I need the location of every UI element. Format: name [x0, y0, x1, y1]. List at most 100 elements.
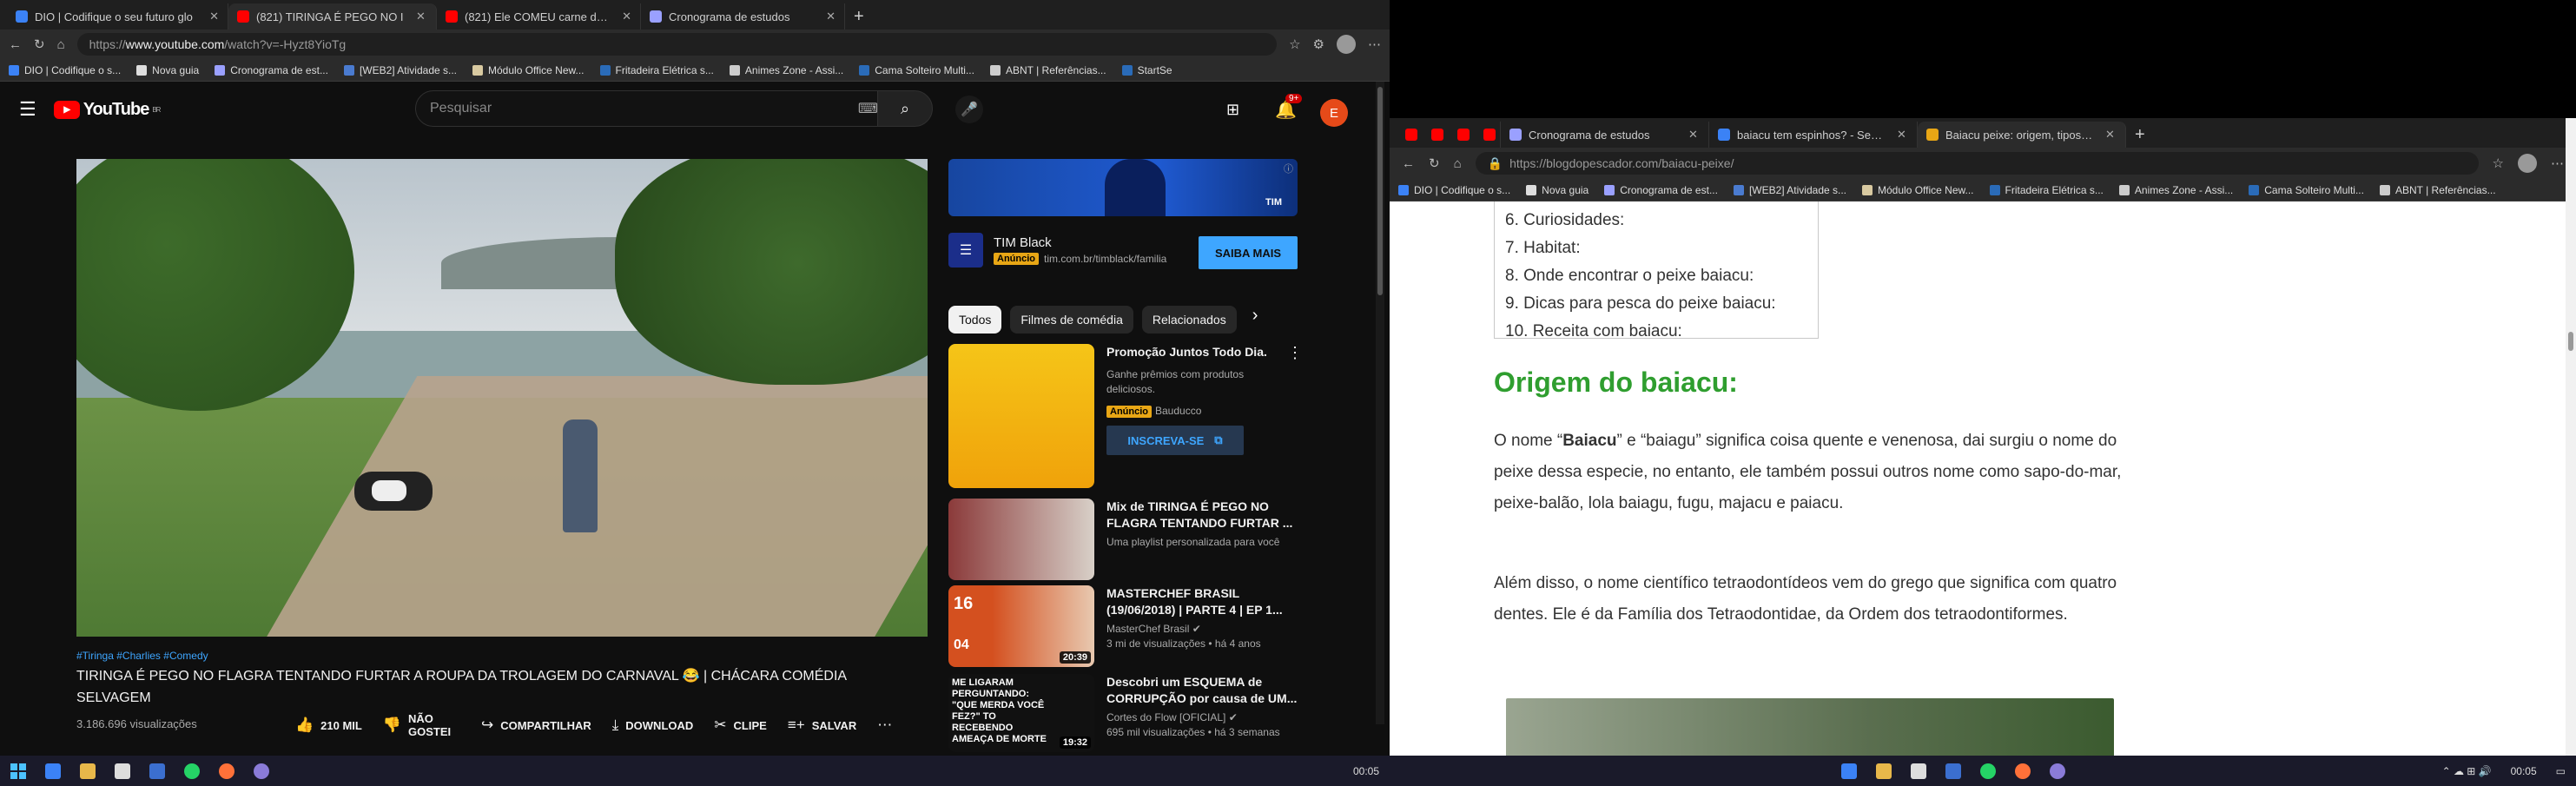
- info-icon[interactable]: ⓘ: [1284, 162, 1293, 175]
- tab-search[interactable]: baiacu tem espinhos? - Search ✕: [1709, 122, 1918, 148]
- bookmark-item[interactable]: Fritadeira Elétrica s...: [1989, 184, 2104, 196]
- address-input[interactable]: https://www.youtube.com/watch?v=-Hyzt8Yi…: [76, 33, 1278, 56]
- home-icon[interactable]: ⌂: [1454, 156, 1462, 171]
- home-icon[interactable]: ⌂: [57, 37, 65, 52]
- toc-item[interactable]: 10. Receita com baiacu:: [1505, 318, 1807, 346]
- refresh-icon[interactable]: ↻: [1429, 155, 1440, 171]
- new-tab-button[interactable]: +: [2126, 122, 2154, 148]
- bookmark-item[interactable]: Cama Solteiro Multi...: [859, 64, 974, 76]
- clip-button[interactable]: ✂ CLIPE: [714, 717, 767, 734]
- scrollbar[interactable]: [2566, 118, 2576, 756]
- extensions-icon[interactable]: ⚙: [1313, 36, 1324, 52]
- pinned-tab[interactable]: [1423, 122, 1449, 148]
- favorites-icon[interactable]: ☆: [2493, 155, 2504, 171]
- toc-item[interactable]: 9. Dicas para pesca do peixe baiacu:: [1505, 290, 1807, 318]
- pinned-tab[interactable]: [1449, 122, 1475, 148]
- more-actions-button[interactable]: ⋯: [877, 717, 892, 734]
- close-tab-icon[interactable]: ✕: [209, 10, 219, 23]
- profile-avatar[interactable]: [1337, 35, 1356, 54]
- windows-start-icon[interactable]: [10, 763, 26, 779]
- chip-filmes-comedia[interactable]: Filmes de comédia: [1010, 306, 1133, 334]
- new-tab-button[interactable]: +: [845, 3, 873, 30]
- bookmark-item[interactable]: Módulo Office New...: [1862, 184, 1974, 196]
- more-vert-icon[interactable]: ⋮: [1287, 344, 1303, 488]
- toc-item[interactable]: 8. Onde encontrar o peixe baiacu:: [1505, 262, 1807, 290]
- back-icon[interactable]: ←: [1402, 156, 1415, 171]
- tab-baiacu[interactable]: Baiacu peixe: origem, tipos, cara ✕: [1918, 122, 2126, 148]
- bookmark-item[interactable]: Animes Zone - Assi...: [729, 64, 843, 76]
- close-tab-icon[interactable]: ✕: [1688, 128, 1698, 142]
- bookmark-item[interactable]: Nova guia: [136, 64, 199, 76]
- keyboard-icon[interactable]: ⌨: [858, 100, 878, 117]
- profile-avatar[interactable]: [2518, 154, 2537, 173]
- avatar[interactable]: E: [1320, 99, 1348, 127]
- bookmark-item[interactable]: DIO | Codifique o s...: [9, 64, 121, 76]
- close-tab-icon[interactable]: ✕: [826, 10, 836, 23]
- address-input[interactable]: 🔒 https://blogdopescador.com/baiacu-peixe…: [1475, 152, 2479, 175]
- bookmark-item[interactable]: Cronograma de est...: [1604, 184, 1718, 196]
- toc-item[interactable]: 6. Curiosidades:: [1505, 207, 1807, 234]
- close-tab-icon[interactable]: ✕: [622, 10, 631, 23]
- recommendation-item[interactable]: 16 04 20:39 MASTERCHEF BRASIL (19/06/201…: [948, 585, 1303, 667]
- tab-cronograma[interactable]: Cronograma de estudos ✕: [641, 3, 845, 30]
- video-hashtags[interactable]: #Tiringa #Charlies #Comedy: [76, 650, 208, 662]
- mic-button[interactable]: 🎤: [955, 96, 983, 123]
- pinned-tab[interactable]: [1397, 122, 1423, 148]
- tab-tiringa[interactable]: (821) TIRINGA É PEGO NO I ✕: [228, 3, 437, 30]
- bookmark-item[interactable]: Módulo Office New...: [472, 64, 585, 76]
- favorites-icon[interactable]: ☆: [1289, 36, 1300, 52]
- recommendation-item[interactable]: Promoção Juntos Todo Dia. Ganhe prêmios …: [948, 344, 1303, 488]
- download-button[interactable]: ⤓ DOWNLOAD: [612, 717, 694, 734]
- store-icon[interactable]: [1911, 763, 1926, 779]
- recommendation-item[interactable]: ME LIGARAM PERGUNTANDO: "QUE MERDA VOCÊ …: [948, 674, 1303, 752]
- bookmark-item[interactable]: StartSe: [1121, 64, 1172, 76]
- hamburger-menu-icon[interactable]: ☰: [19, 98, 36, 121]
- chip-todos[interactable]: Todos: [948, 306, 1002, 334]
- share-button[interactable]: ↪ COMPARTILHAR: [481, 717, 591, 734]
- bookmark-item[interactable]: ABNT | Referências...: [2379, 184, 2496, 196]
- toc-item[interactable]: 7. Habitat:: [1505, 234, 1807, 262]
- tab-dio[interactable]: DIO | Codifique o seu futuro glo ✕: [7, 3, 228, 30]
- mail-icon[interactable]: [149, 763, 165, 779]
- clock[interactable]: 00:05: [1353, 765, 1379, 777]
- whatsapp-icon[interactable]: [184, 763, 200, 779]
- pinned-tab[interactable]: [1475, 122, 1501, 148]
- file-explorer-icon[interactable]: [80, 763, 96, 779]
- system-tray-icons[interactable]: ⌃ ☁ ⊞ 🔊: [2442, 765, 2492, 777]
- firefox-icon[interactable]: [2015, 763, 2031, 779]
- save-button[interactable]: ≡+ SALVAR: [788, 717, 856, 734]
- chevron-right-icon[interactable]: ›: [1252, 306, 1258, 334]
- browser-edge-icon[interactable]: [1841, 763, 1857, 779]
- whatsapp-icon[interactable]: [1980, 763, 1996, 779]
- like-button[interactable]: 👍 210 MIL: [295, 717, 362, 734]
- bookmark-item[interactable]: Fritadeira Elétrica s...: [599, 64, 714, 76]
- bookmark-item[interactable]: Animes Zone - Assi...: [2118, 184, 2233, 196]
- video-player[interactable]: [76, 159, 928, 637]
- menu-icon[interactable]: ⋯: [1368, 36, 1381, 52]
- store-icon[interactable]: [115, 763, 130, 779]
- refresh-icon[interactable]: ↻: [34, 36, 45, 52]
- tab-ele-comeu[interactable]: (821) Ele COMEU carne de dem✕: [437, 3, 641, 30]
- youtube-logo[interactable]: ▶ YouTube BR: [53, 100, 161, 120]
- app-icon[interactable]: [2050, 763, 2065, 779]
- bookmark-item[interactable]: Cronograma de est...: [215, 64, 328, 76]
- scrollbar[interactable]: [1376, 82, 1384, 724]
- clock[interactable]: 00:05: [2511, 765, 2537, 777]
- bookmark-item[interactable]: DIO | Codifique o s...: [1398, 184, 1510, 196]
- browser-edge-icon[interactable]: [45, 763, 61, 779]
- recommendation-item[interactable]: Mix de TIRINGA É PEGO NO FLAGRA TENTANDO…: [948, 499, 1303, 580]
- close-tab-icon[interactable]: ✕: [2105, 128, 2115, 142]
- close-tab-icon[interactable]: ✕: [1897, 128, 1906, 142]
- bookmark-item[interactable]: [WEB2] Atividade s...: [343, 64, 457, 76]
- search-input[interactable]: Pesquisar ⌨: [415, 90, 893, 127]
- close-tab-icon[interactable]: ✕: [416, 10, 426, 23]
- firefox-icon[interactable]: [219, 763, 234, 779]
- create-video-icon[interactable]: ⊞: [1226, 101, 1239, 119]
- menu-icon[interactable]: ⋯: [2551, 155, 2564, 171]
- mail-icon[interactable]: [1945, 763, 1961, 779]
- bookmark-item[interactable]: Nova guia: [1526, 184, 1589, 196]
- bookmark-item[interactable]: ABNT | Referências...: [989, 64, 1106, 76]
- subscribe-button[interactable]: INSCREVA-SE ⧉: [1106, 426, 1244, 455]
- chip-relacionados[interactable]: Relacionados: [1141, 306, 1237, 334]
- learn-more-button[interactable]: SAIBA MAIS: [1199, 236, 1298, 269]
